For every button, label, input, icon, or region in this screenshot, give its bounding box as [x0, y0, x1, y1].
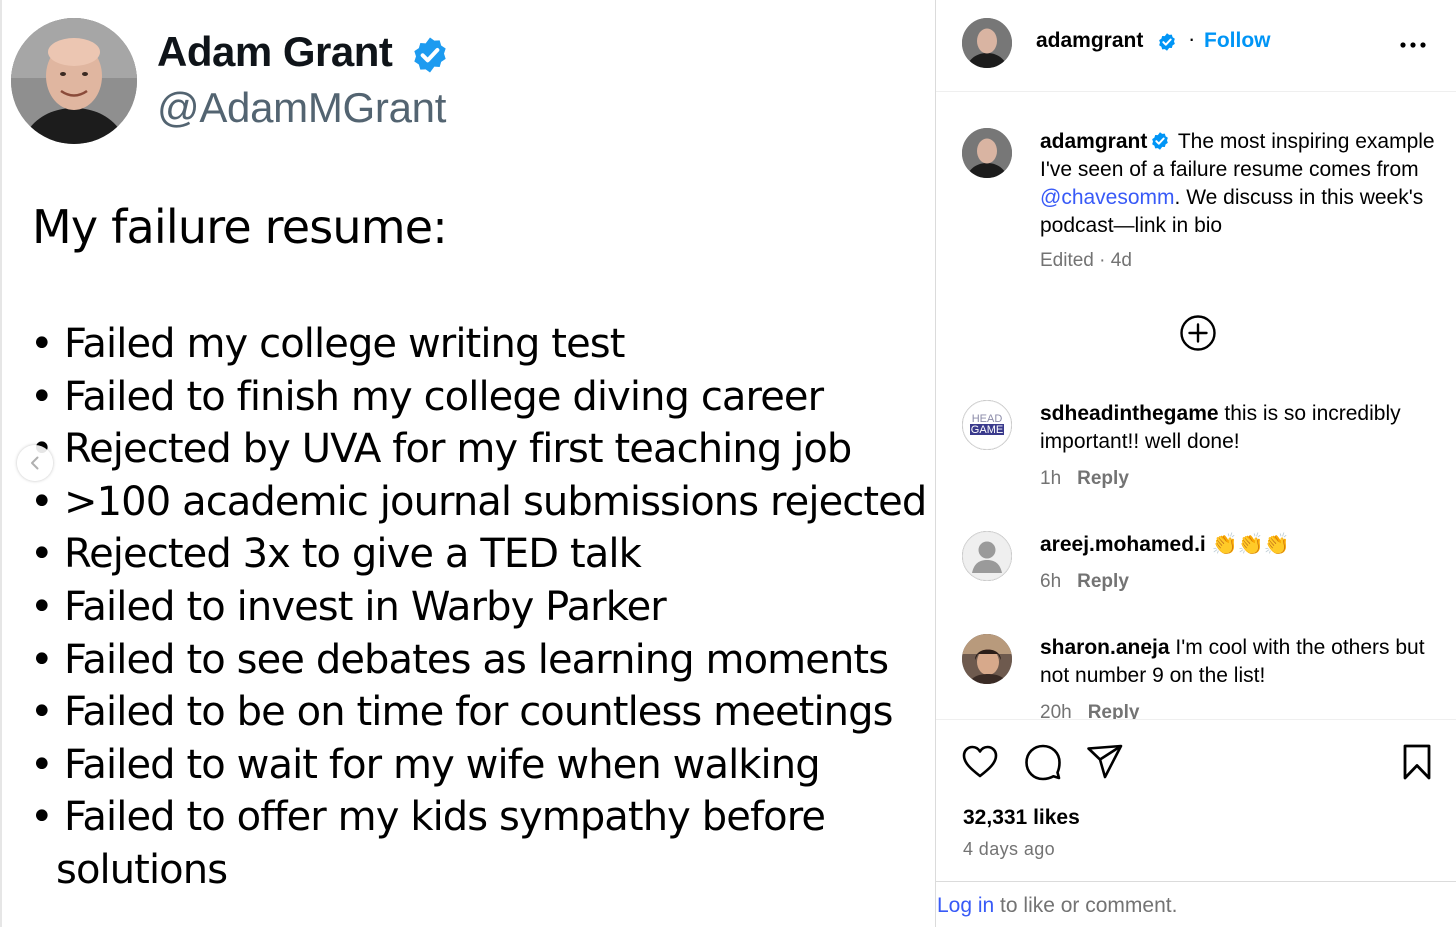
comment-time: 6h: [1040, 571, 1062, 592]
login-prompt-text: Log in to like or comment.: [937, 894, 1177, 918]
comment-username[interactable]: sharon.aneja: [1040, 636, 1170, 659]
list-item: • Failed to wait for my wife when walking: [30, 741, 821, 788]
comment-meta: 20h Reply: [1040, 702, 1139, 719]
tweet-avatar: [11, 18, 137, 144]
caption-mention-link[interactable]: @chavesomm: [1040, 186, 1175, 209]
list-item: • Failed to be on time for countless meet…: [30, 689, 893, 736]
list-item: • Rejected 3x to give a TED talk: [30, 531, 642, 578]
head-logo-line2: GAME: [971, 424, 1003, 436]
avatar[interactable]: [962, 128, 1012, 178]
list-item: • Failed my college writing test: [30, 321, 625, 367]
tweet-author-handle: @AdamMGrant: [157, 84, 447, 131]
login-prompt-rest: to like or comment.: [994, 894, 1178, 917]
comment-text: areej.mohamed.i 👏👏👏: [1040, 531, 1445, 559]
comment-body: 👏👏👏: [1211, 533, 1291, 556]
avatar[interactable]: [962, 634, 1012, 684]
avatar[interactable]: HEAD GAME: [962, 400, 1012, 450]
post-actions: 32,331 likes 4 days ago: [936, 719, 1456, 881]
comment-text: sdheadinthegame this is so incredibly im…: [1040, 400, 1445, 456]
image-border: [0, 0, 2, 927]
verified-badge-icon: [1152, 132, 1169, 150]
list-item: • >100 academic journal submissions rejec…: [30, 478, 927, 525]
avatar[interactable]: [962, 531, 1012, 581]
comment-text: sharon.aneja I'm cool with the others bu…: [1040, 634, 1445, 690]
like-heart-icon[interactable]: [961, 743, 999, 781]
post-image: Adam Grant @AdamMGrant My failure resume…: [0, 0, 935, 927]
likes-count[interactable]: 32,331 likes: [963, 806, 1080, 830]
carousel-prev-button[interactable]: [17, 445, 53, 481]
comments-scroll-area[interactable]: adamgrant The most inspiring example I'v…: [936, 0, 1456, 719]
verified-badge-icon: [414, 37, 446, 73]
reply-button[interactable]: Reply: [1077, 468, 1129, 489]
list-item: •Rejected by UVA for my first teaching j…: [30, 426, 852, 473]
share-icon[interactable]: [1086, 743, 1124, 781]
reply-button[interactable]: Reply: [1088, 702, 1140, 719]
list-item: • Failed to invest in Warby Parker: [30, 583, 667, 630]
bookmark-icon[interactable]: [1398, 743, 1436, 781]
comment-username[interactable]: sdheadinthegame: [1040, 402, 1219, 425]
login-prompt: Log in to like or comment.: [936, 881, 1456, 927]
comment-username[interactable]: areej.mohamed.i: [1040, 533, 1206, 556]
caption-meta: Edited · 4d: [1040, 250, 1132, 271]
comment-time: 1h: [1040, 468, 1062, 489]
list-item: • Failed to see debates as learning momen…: [30, 636, 889, 683]
login-link[interactable]: Log in: [937, 894, 994, 917]
chevron-left-icon: [31, 456, 39, 470]
caption-username[interactable]: adamgrant: [1040, 130, 1147, 153]
load-more-comments-icon[interactable]: [1179, 314, 1217, 352]
comment-time: 20h: [1040, 702, 1072, 719]
list-item-continuation: solutions: [56, 846, 228, 893]
list-item: • Failed to finish my college diving care…: [30, 373, 824, 420]
comment-icon[interactable]: [1024, 743, 1062, 781]
list-item: • Failed to offer my kids sympathy before: [30, 794, 826, 841]
comment-meta: 1h Reply: [1040, 468, 1129, 490]
failure-list: • Failed my college writing test • Failed …: [30, 318, 927, 897]
comment-meta: 6h Reply: [1040, 571, 1129, 593]
post-time: 4 days ago: [963, 839, 1056, 859]
reply-button[interactable]: Reply: [1077, 571, 1129, 592]
tweet-author-name: Adam Grant: [157, 28, 393, 75]
post-side-panel: adamgrant · Follow adamgrant The most in…: [935, 0, 1456, 927]
tweet-heading: My failure resume:: [32, 200, 448, 254]
caption-text: adamgrant The most inspiring example I'v…: [1040, 128, 1445, 240]
